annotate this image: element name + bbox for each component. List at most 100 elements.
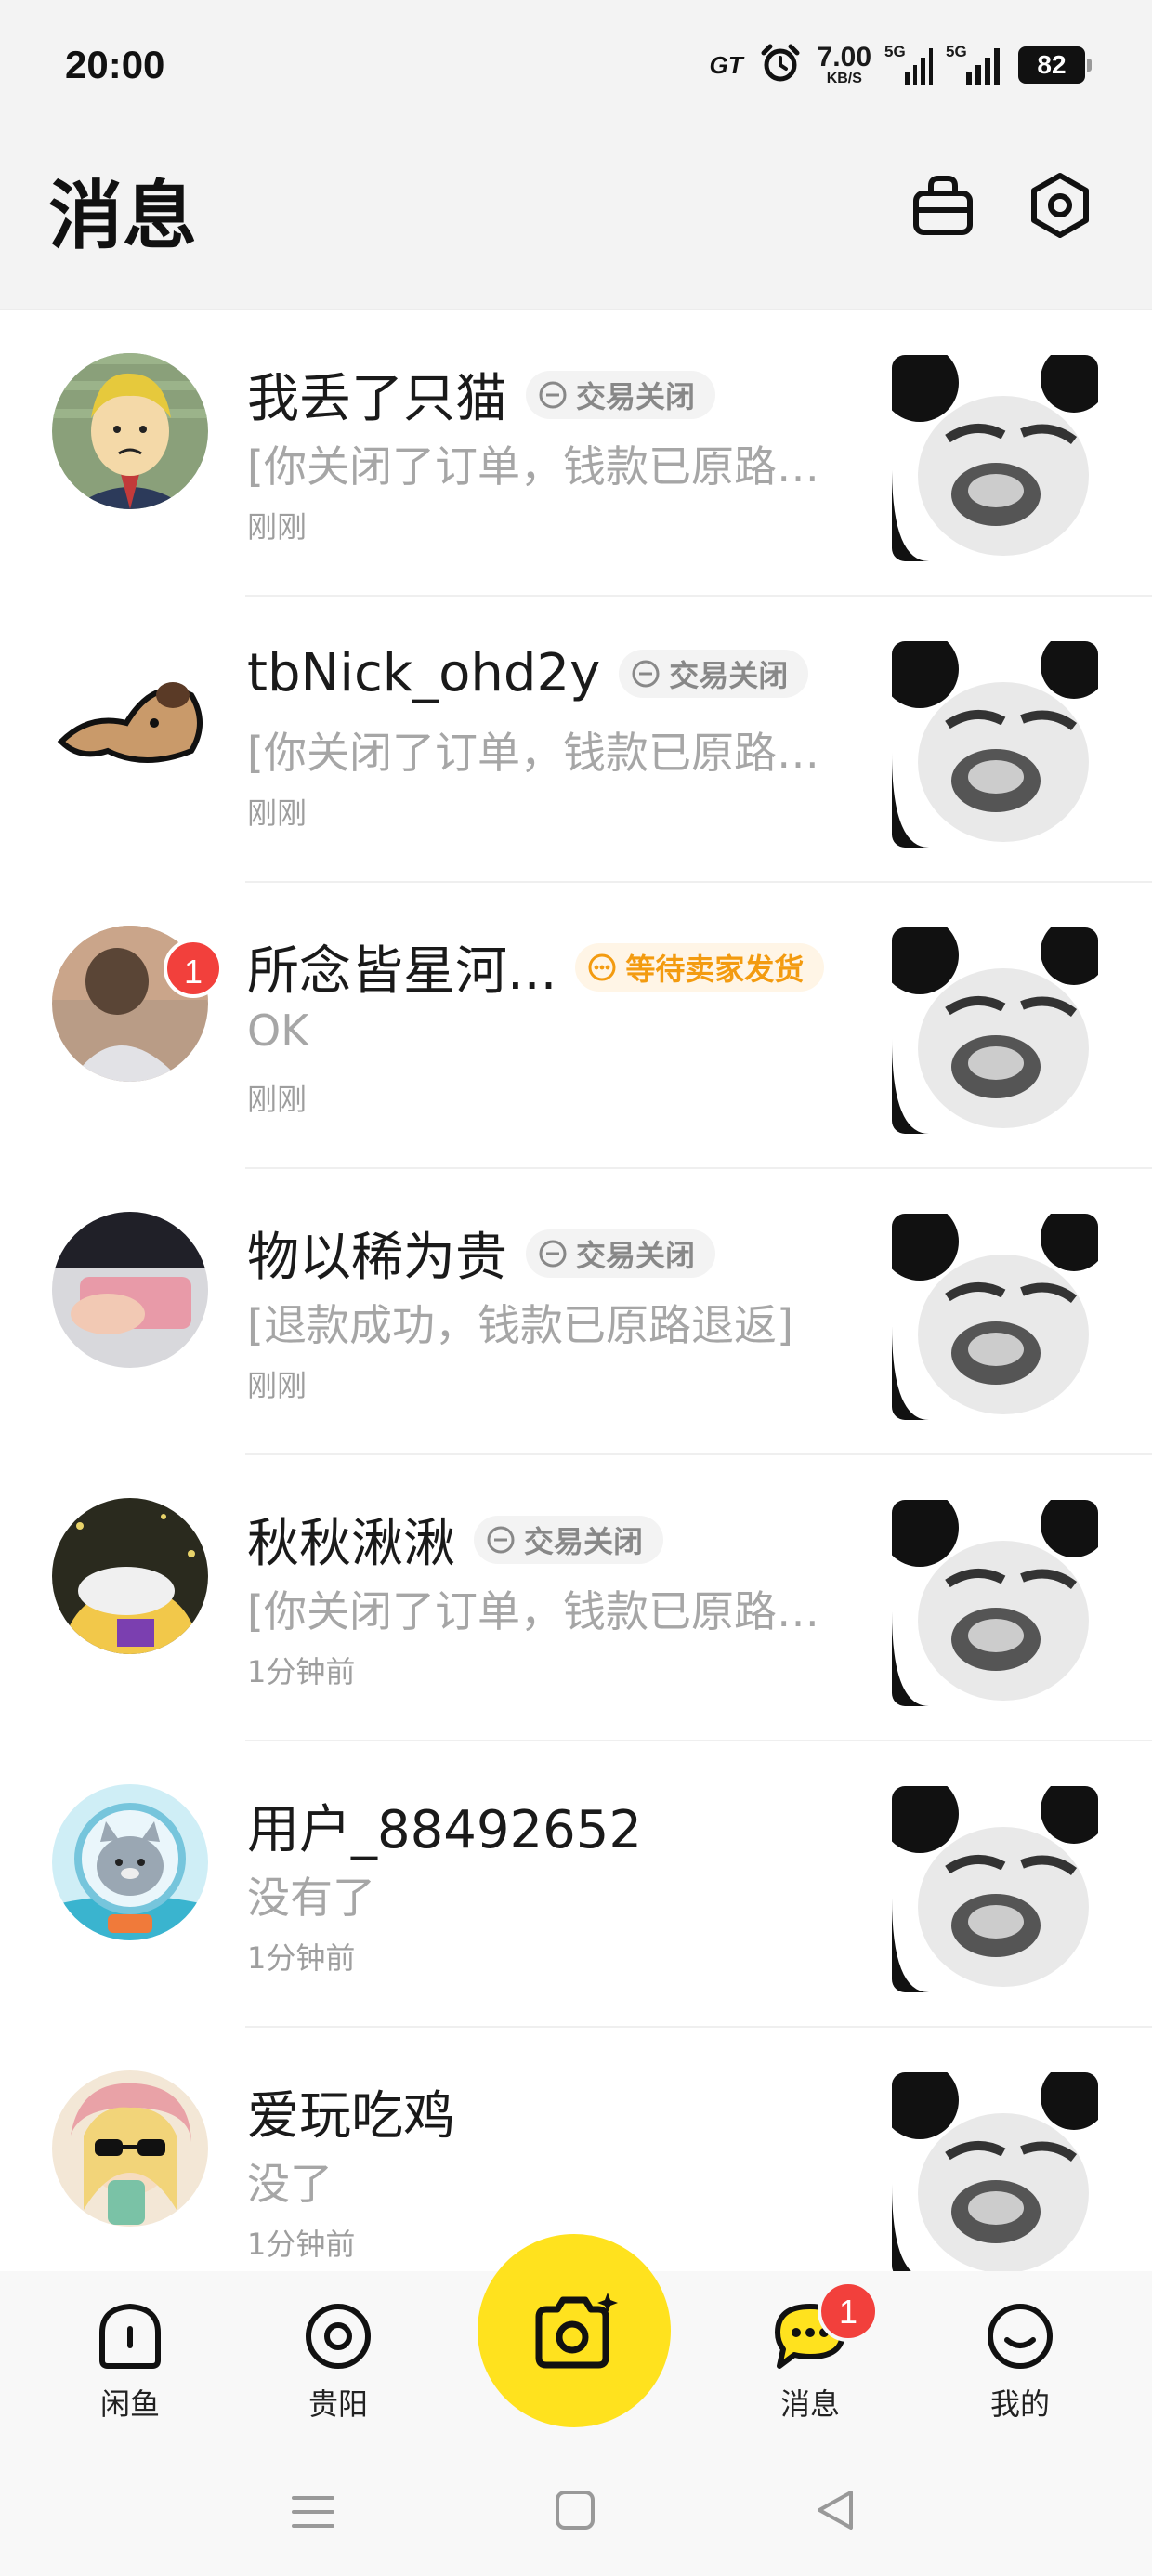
message-time: 刚刚 <box>247 1082 308 1117</box>
contact-name: 所念皆星河... <box>247 941 557 1002</box>
back-triangle-icon[interactable] <box>814 2487 857 2533</box>
panda-meme-image <box>892 927 1098 1134</box>
status-badge-label: 交易关闭 <box>524 1523 644 1559</box>
status-time: 20:00 <box>65 43 165 86</box>
signal-icon: 5G <box>884 43 933 85</box>
status-badge-label: 交易关闭 <box>576 1237 696 1273</box>
status-icons: GT 7.00 KB/S 5G 5G 82 <box>709 39 1092 91</box>
contact-name: 用户_88492652 <box>247 1800 643 1860</box>
item-thumbnail[interactable] <box>892 927 1098 1134</box>
status-badge: 交易关闭 <box>526 1229 716 1278</box>
nav-city-label: 贵阳 <box>308 2386 368 2422</box>
status-badge-label: 等待卖家发货 <box>625 951 805 987</box>
item-thumbnail[interactable] <box>892 1786 1098 1992</box>
status-bar: 20:00 GT 7.00 KB/S 5G 5G 82 <box>0 0 1152 139</box>
sim1-label: 5G <box>884 43 906 60</box>
name-line: 我丢了只猫 交易关闭 <box>247 357 716 432</box>
nav-city[interactable]: 贵阳 <box>273 2299 403 2424</box>
settings-button[interactable] <box>1018 164 1102 247</box>
status-badge-label: 交易关闭 <box>576 378 696 414</box>
nav-messages-label: 消息 <box>779 2386 840 2422</box>
contact-name: 爱玩吃鸡 <box>247 2086 455 2147</box>
message-preview: [你关闭了订单，钱款已原路退返] <box>247 728 851 778</box>
home-square-icon[interactable] <box>554 2489 596 2531</box>
net-speed-unit: KB/S <box>826 71 862 86</box>
minus-circle-icon <box>632 660 660 687</box>
smile-face-icon <box>988 2304 1053 2369</box>
avatar[interactable] <box>52 1212 208 1368</box>
minus-circle-icon <box>539 381 567 408</box>
settings-icon <box>1031 173 1089 238</box>
message-preview: OK <box>247 1005 309 1056</box>
conversation-item[interactable]: 1 所念皆星河... 等待卖家发货 OK 刚刚 <box>0 883 1152 1169</box>
name-line: 用户_88492652 <box>247 1788 642 1863</box>
conversation-item[interactable]: 我丢了只猫 交易关闭 [你关闭了订单，钱款已原路退返] 刚刚 <box>0 310 1152 597</box>
status-badge: 交易关闭 <box>474 1515 664 1564</box>
item-thumbnail[interactable] <box>892 641 1098 848</box>
avatar[interactable] <box>52 353 208 509</box>
location-icon <box>306 2304 371 2369</box>
contact-name: 秋秋湫湫 <box>247 1514 455 1574</box>
message-time: 1分钟前 <box>247 2227 356 2262</box>
contact-name: tbNick_ohd2y <box>247 643 601 703</box>
panda-meme-image <box>892 641 1098 848</box>
conversation-item[interactable]: 秋秋湫湫 交易关闭 [你关闭了订单，钱款已原路退返] 1分钟前 <box>0 1455 1152 1741</box>
status-badge: 交易关闭 <box>526 370 716 419</box>
message-time: 刚刚 <box>247 1368 308 1403</box>
avatar[interactable] <box>52 1784 208 1940</box>
status-badge-label: 交易关闭 <box>669 657 789 693</box>
publish-camera-button[interactable] <box>478 2234 671 2427</box>
conversation-item[interactable]: tbNick_ohd2y 交易关闭 [你关闭了订单，钱款已原路退返] 刚刚 <box>0 597 1152 883</box>
avatar[interactable] <box>52 1498 208 1654</box>
message-time: 刚刚 <box>247 795 308 831</box>
message-preview: [退款成功，钱款已原路退返] <box>247 1300 793 1350</box>
status-badge: 交易关闭 <box>619 649 809 698</box>
message-preview: 没了 <box>247 2159 333 2209</box>
home-icon <box>99 2304 161 2369</box>
message-preview: [你关闭了订单，钱款已原路退返] <box>247 441 851 492</box>
conversation-item[interactable]: 用户_88492652 没有了 1分钟前 <box>0 1741 1152 2028</box>
signal-icon-2: 5G <box>946 43 1001 85</box>
camera-sparkle-icon <box>535 2293 618 2369</box>
name-line: tbNick_ohd2y 交易关闭 <box>247 643 809 703</box>
message-preview: 没有了 <box>247 1873 375 1923</box>
panda-meme-image <box>892 1786 1098 1992</box>
unread-badge: 1 <box>164 939 223 998</box>
nav-home[interactable]: 闲鱼 <box>65 2299 195 2424</box>
status-badge: 等待卖家发货 <box>575 942 825 992</box>
nav-mine[interactable]: 我的 <box>955 2299 1085 2424</box>
item-thumbnail[interactable] <box>892 355 1098 561</box>
conversation-item[interactable]: 物以稀为贵 交易关闭 [退款成功，钱款已原路退返] 刚刚 <box>0 1169 1152 1455</box>
avatar[interactable] <box>52 639 208 795</box>
net-speed: 7.00 KB/S <box>818 44 871 86</box>
minus-circle-icon <box>539 1240 567 1267</box>
contact-name: 物以稀为贵 <box>247 1228 507 1288</box>
item-thumbnail[interactable] <box>892 1214 1098 1420</box>
gt-mode-icon: GT <box>709 50 743 79</box>
message-time: 刚刚 <box>247 509 308 545</box>
message-time: 1分钟前 <box>247 1654 356 1689</box>
name-line: 爱玩吃鸡 <box>247 2074 455 2149</box>
net-speed-value: 7.00 <box>817 42 871 72</box>
avatar[interactable] <box>52 2070 208 2227</box>
minus-circle-icon <box>487 1526 515 1553</box>
message-preview: [你关闭了订单，钱款已原路退返] <box>247 1586 851 1636</box>
panda-meme-image <box>892 1500 1098 1706</box>
page-title: 消息 <box>48 173 197 259</box>
panda-meme-image <box>892 1214 1098 1420</box>
panda-meme-image <box>892 2072 1098 2271</box>
bag-button[interactable] <box>901 164 985 247</box>
messages-unread-badge: 1 <box>818 2280 879 2342</box>
name-line: 所念皆星河... 等待卖家发货 <box>247 929 825 1005</box>
more-circle-icon <box>588 953 616 980</box>
contact-name: 我丢了只猫 <box>247 369 507 429</box>
system-nav-bar <box>0 2450 1152 2576</box>
alarm-icon <box>760 43 801 87</box>
panda-meme-image <box>892 355 1098 561</box>
item-thumbnail[interactable] <box>892 2072 1098 2271</box>
menu-icon[interactable] <box>290 2489 336 2535</box>
nav-mine-label: 我的 <box>989 2386 1050 2422</box>
item-thumbnail[interactable] <box>892 1500 1098 1706</box>
message-time: 1分钟前 <box>247 1940 356 1976</box>
bag-icon <box>913 176 973 235</box>
